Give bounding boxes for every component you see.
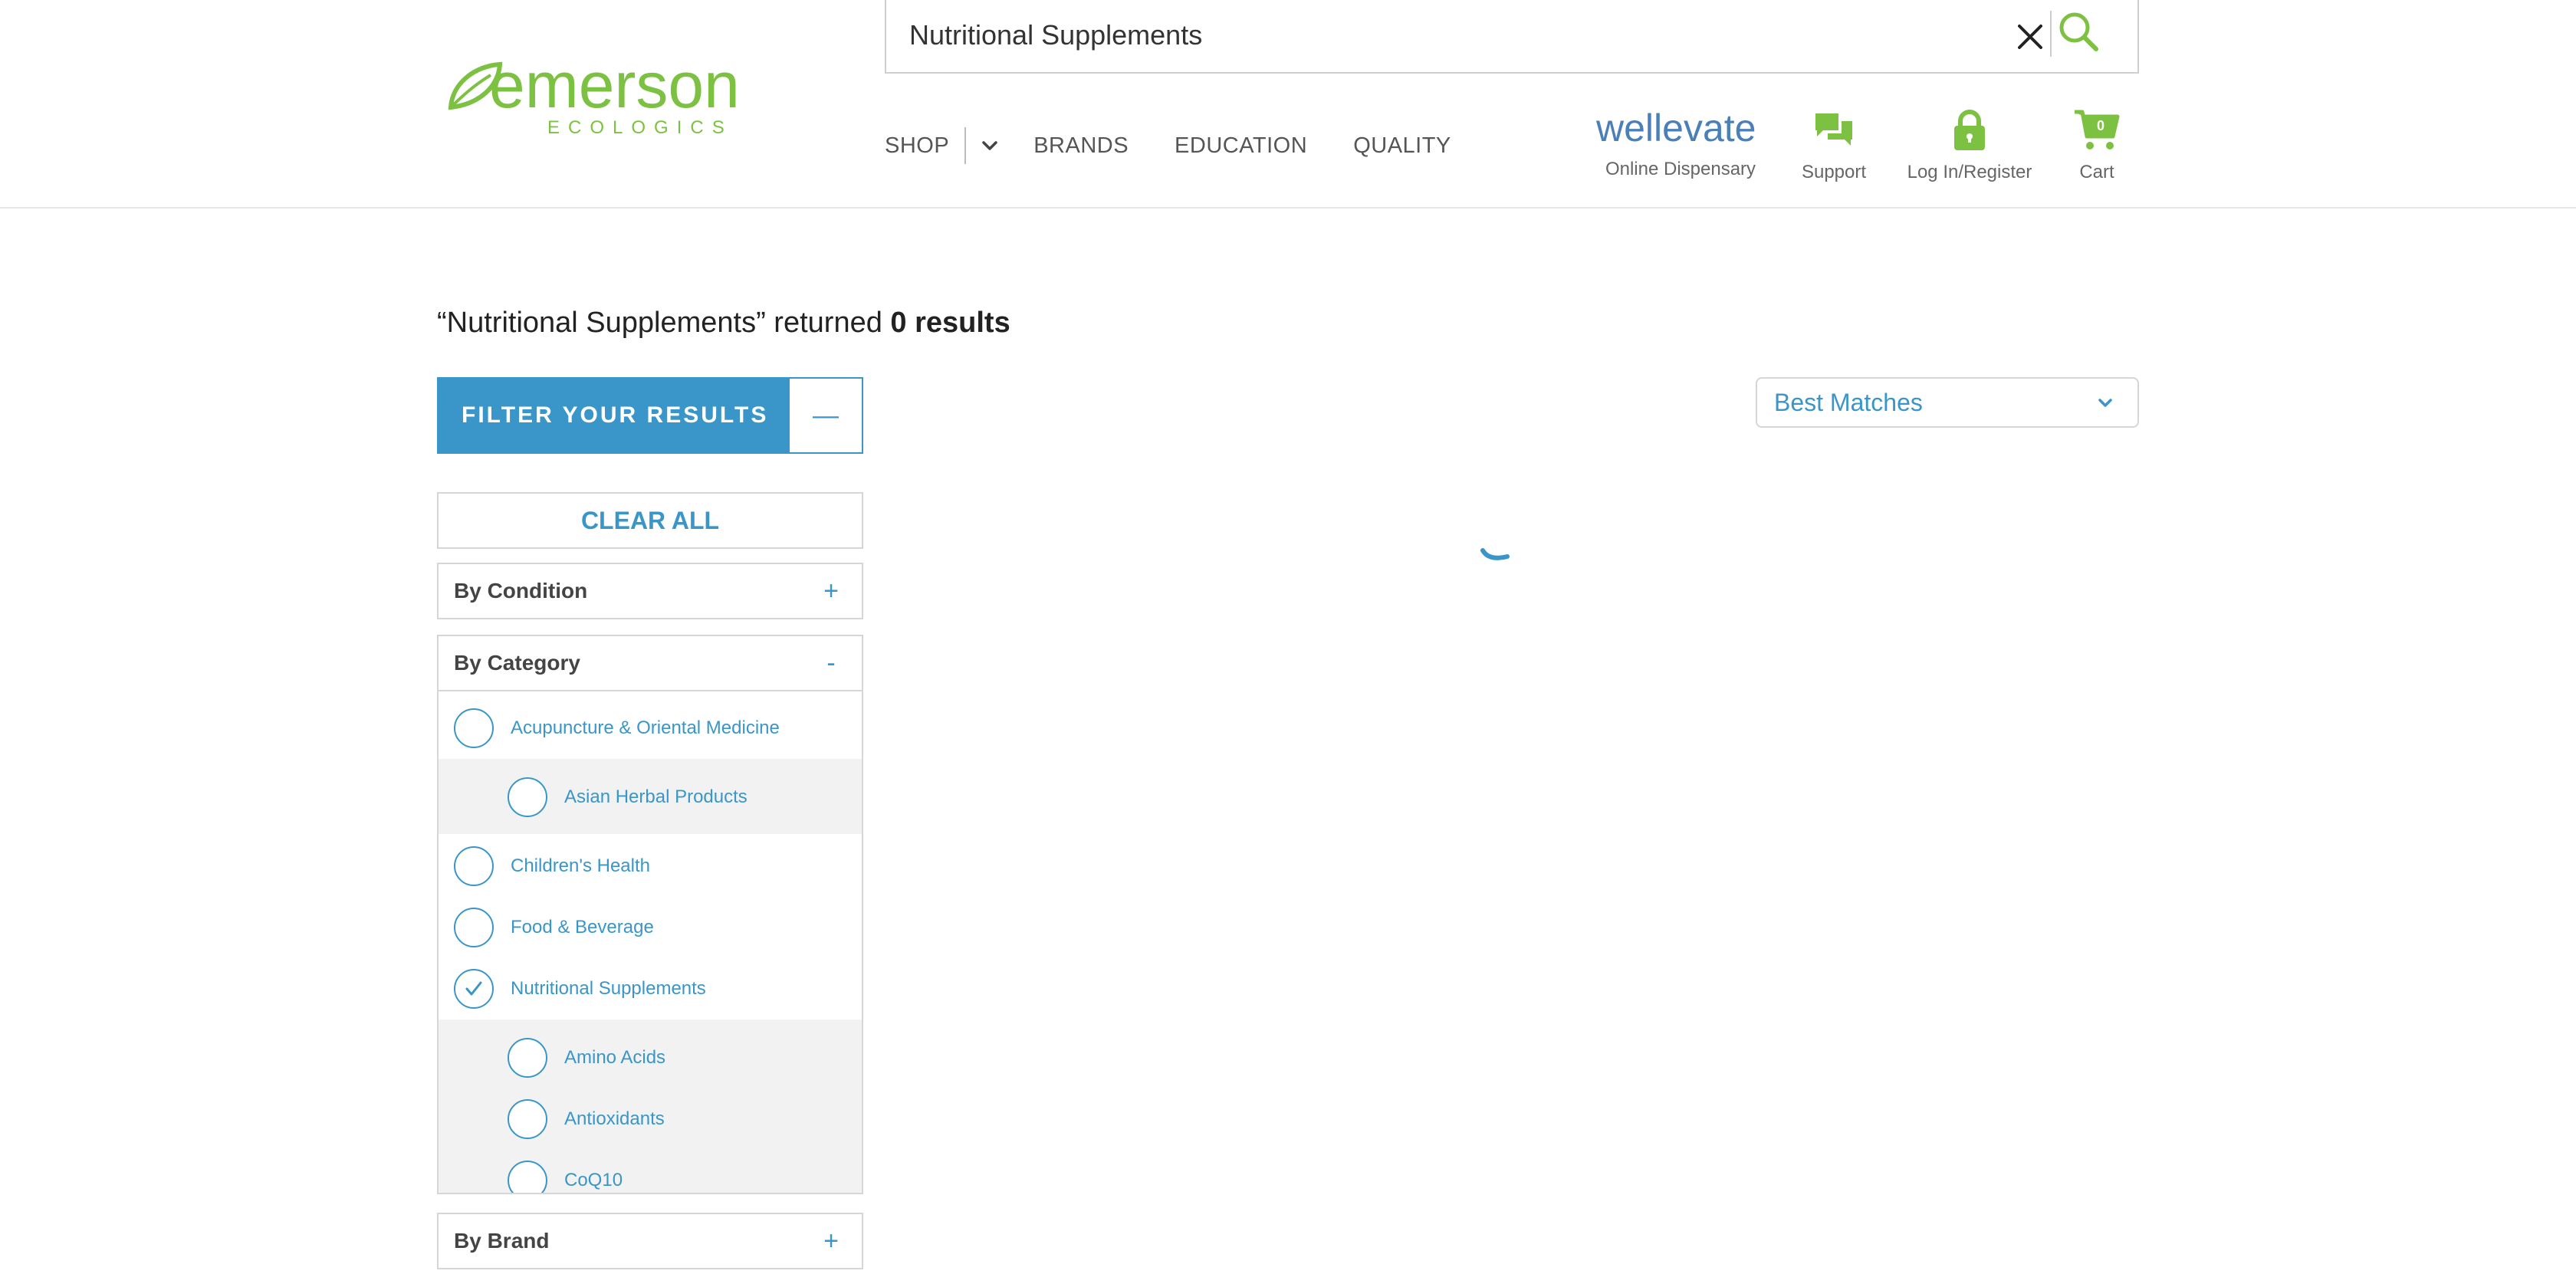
emerson-ecologics-logo[interactable]: emerson ECOLOGICS bbox=[445, 60, 797, 144]
category-label: Asian Herbal Products bbox=[564, 786, 748, 807]
list-item[interactable]: Food & Beverage bbox=[454, 908, 862, 947]
category-label: Antioxidants bbox=[564, 1108, 665, 1129]
category-label: Children's Health bbox=[511, 855, 651, 876]
list-item[interactable]: Antioxidants bbox=[508, 1099, 862, 1139]
cart-link[interactable]: 0 Cart bbox=[2070, 107, 2124, 183]
category-list: Acupuncture & Oriental Medicine Asian He… bbox=[437, 690, 863, 1194]
list-item[interactable]: Amino Acids bbox=[508, 1038, 862, 1078]
facet-by-brand[interactable]: By Brand + bbox=[437, 1213, 863, 1269]
radio-button-checked[interactable] bbox=[454, 969, 494, 1009]
category-label: Food & Beverage bbox=[511, 917, 654, 937]
chevron-down-icon bbox=[2098, 399, 2112, 407]
wellevate-label: Online Dispensary bbox=[1605, 159, 1756, 179]
sort-dropdown[interactable]: Best Matches bbox=[1756, 377, 2139, 428]
facet-title: By Category bbox=[454, 651, 580, 675]
lock-icon bbox=[1954, 110, 1985, 150]
list-item[interactable]: Nutritional Supplements bbox=[454, 969, 862, 1009]
filter-panel-header[interactable]: FILTER YOUR RESULTS — bbox=[437, 377, 863, 454]
search-icon[interactable] bbox=[2056, 9, 2102, 55]
radio-button[interactable] bbox=[454, 908, 494, 947]
facet-title: By Condition bbox=[454, 579, 588, 603]
search-input[interactable] bbox=[909, 14, 1983, 57]
filter-collapse-button[interactable]: — bbox=[790, 379, 862, 452]
svg-text:wellevate: wellevate bbox=[1596, 107, 1756, 149]
radio-button[interactable] bbox=[508, 777, 547, 817]
results-query: “Nutritional Supplements” bbox=[437, 307, 766, 339]
results-returned: returned bbox=[765, 307, 891, 339]
nav-brands[interactable]: BRANDS bbox=[1033, 133, 1129, 159]
results-summary: “Nutritional Supplements” returned 0 res… bbox=[437, 307, 1010, 340]
list-item[interactable]: Acupuncture & Oriental Medicine bbox=[454, 708, 862, 748]
category-label: Acupuncture & Oriental Medicine bbox=[511, 717, 780, 738]
list-item[interactable]: Asian Herbal Products bbox=[508, 777, 862, 817]
cart-icon: 0 bbox=[2075, 110, 2120, 149]
filter-title: FILTER YOUR RESULTS bbox=[439, 379, 790, 452]
logo-wordmark: emerson bbox=[489, 60, 740, 121]
collapse-toggle[interactable]: - bbox=[816, 648, 846, 678]
login-link[interactable]: Log In/Register bbox=[1897, 107, 2042, 183]
radio-button[interactable] bbox=[454, 708, 494, 748]
list-item[interactable]: Children's Health bbox=[454, 846, 862, 886]
wellevate-logo: wellevate bbox=[1595, 107, 1756, 149]
support-label: Support bbox=[1801, 162, 1867, 182]
category-label: Nutritional Supplements bbox=[511, 978, 706, 999]
support-link[interactable]: Support bbox=[1794, 107, 1874, 183]
nav-shop-divider bbox=[964, 127, 967, 164]
close-icon[interactable] bbox=[2015, 18, 2045, 54]
nav-quality[interactable]: QUALITY bbox=[1353, 133, 1451, 159]
logo-subtitle: ECOLOGICS bbox=[547, 117, 733, 138]
search-divider bbox=[2050, 11, 2052, 57]
results-count: 0 results bbox=[890, 307, 1010, 339]
clear-all-button[interactable]: CLEAR ALL bbox=[437, 492, 863, 549]
chevron-down-icon[interactable] bbox=[978, 134, 1001, 157]
category-label: CoQ10 bbox=[564, 1170, 623, 1190]
search-bar bbox=[885, 0, 2139, 74]
chat-icon bbox=[1815, 113, 1852, 146]
category-label: Amino Acids bbox=[564, 1047, 666, 1068]
radio-button[interactable] bbox=[508, 1099, 547, 1139]
radio-button[interactable] bbox=[508, 1161, 547, 1193]
nav-shop[interactable]: SHOP bbox=[885, 133, 949, 159]
facet-by-condition[interactable]: By Condition + bbox=[437, 563, 863, 619]
loading-spinner-icon bbox=[1480, 548, 1510, 560]
expand-toggle[interactable]: + bbox=[816, 1226, 846, 1256]
facet-title: By Brand bbox=[454, 1229, 550, 1253]
cart-count: 0 bbox=[2097, 118, 2104, 133]
main-nav: SHOP BRANDS EDUCATION QUALITY bbox=[885, 123, 1451, 169]
checkmark-icon bbox=[465, 981, 482, 996]
nav-education[interactable]: EDUCATION bbox=[1175, 133, 1307, 159]
facet-by-category[interactable]: By Category - bbox=[437, 635, 863, 691]
radio-button[interactable] bbox=[508, 1038, 547, 1078]
radio-button[interactable] bbox=[454, 846, 494, 886]
wellevate-link[interactable]: wellevate Online Dispensary bbox=[1595, 107, 1765, 180]
login-label: Log In/Register bbox=[1907, 162, 2032, 182]
site-header: emerson ECOLOGICS SHOP BRANDS EDUCATION … bbox=[0, 0, 2576, 209]
list-item[interactable]: CoQ10 bbox=[508, 1161, 862, 1193]
sort-selected: Best Matches bbox=[1774, 388, 1923, 416]
cart-label: Cart bbox=[2079, 162, 2114, 182]
expand-toggle[interactable]: + bbox=[816, 576, 846, 606]
